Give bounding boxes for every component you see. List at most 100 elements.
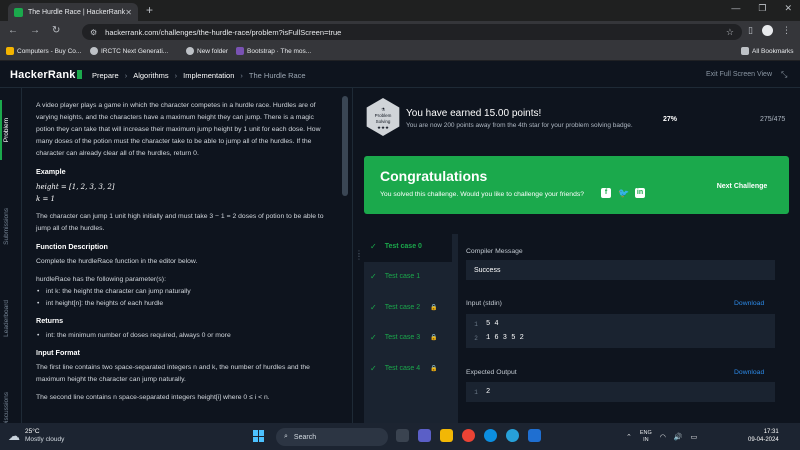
nav-buttons: ← → ↻ [8,25,60,36]
breadcrumb-prepare[interactable]: Prepare [92,71,119,80]
function-text: Complete the hurdleRace function in the … [36,258,198,265]
breadcrumb-current: The Hurdle Race [248,71,306,80]
minimize-icon[interactable]: — [731,3,740,14]
reload-icon[interactable]: ↻ [52,25,60,36]
store-icon[interactable] [528,429,541,442]
example-heading: Example [36,167,66,176]
breadcrumb: Prepare › Algorithms › Implementation › … [92,71,306,80]
back-icon[interactable]: ← [8,25,18,36]
logo-mark-icon [76,70,82,79]
expected-output-box: 12 [466,382,775,402]
hackerrank-favicon-icon [14,7,23,17]
chevron-right-icon: › [240,71,243,80]
chrome-icon[interactable] [462,429,475,442]
restore-icon[interactable]: ❐ [758,3,766,14]
bookmark-item[interactable]: Computers - Buy Co... [6,47,81,55]
bookmark-item[interactable]: Bootstrap · The mos... [236,47,311,55]
example-k: k = 1 [36,195,56,203]
test-case-0[interactable]: ✓ Test case 0 [370,242,422,251]
input-text-2: The second line contains n space-separat… [36,394,270,401]
new-tab-icon[interactable]: + [146,3,153,17]
code-line: 21 6 3 5 2 [474,334,524,342]
breadcrumb-algorithms[interactable]: Algorithms [133,71,168,80]
task-view-icon[interactable] [396,429,409,442]
next-challenge-button[interactable]: Next Challenge [706,176,778,196]
bookmark-star-icon[interactable]: ☆ [726,27,734,38]
bookmark-item[interactable]: New folder [186,47,228,55]
edge-icon[interactable] [484,429,497,442]
wifi-icon[interactable]: ◠ [660,433,666,441]
bookmark-item[interactable]: IRCTC Next Generati... [90,47,168,55]
congrats-title: Congratulations [380,168,488,184]
close-tab-icon[interactable]: ✕ [125,8,132,17]
input-text: The first line contains two space-separa… [36,364,310,383]
close-window-icon[interactable]: ✕ [784,3,792,14]
battery-icon[interactable]: ▭ [691,433,698,441]
system-tray: ⌃ ENG IN ◠ 🔊 ▭ [626,430,697,444]
telegram-icon[interactable] [506,429,519,442]
lock-icon: 🔒 [430,366,438,372]
tab-submissions[interactable]: Submissions [3,208,10,245]
compiler-message-label: Compiler Message [466,248,523,255]
input-heading: Input Format [36,348,80,357]
windows-start-icon[interactable] [253,430,265,442]
returns-list: int: the minimum number of doses require… [36,330,332,342]
browser-tab[interactable]: The Hurdle Race | HackerRank ✕ [8,3,138,21]
chevron-right-icon: › [124,71,128,80]
weather-widget[interactable]: ☁ 25°C Mostly cloudy [8,428,64,444]
tab-problem[interactable]: Problem [3,118,10,142]
example-text: The character can jump 1 unit high initi… [36,213,324,232]
input-download-link[interactable]: Download [734,300,764,307]
forward-icon[interactable]: → [30,25,40,36]
expected-download-link[interactable]: Download [734,369,764,376]
url-text: hackerrank.com/challenges/the-hurdle-rac… [105,27,342,37]
language-indicator[interactable]: ENG IN [640,430,652,444]
site-info-icon[interactable]: ⚙ [90,28,97,37]
window-controls: — ❐ ✕ [731,3,792,14]
bootstrap-icon [236,47,244,55]
collapse-icon[interactable]: ⤡ [781,70,787,80]
lock-icon: 🔒 [430,335,438,341]
taskbar-search[interactable]: ⌕ Search [276,428,388,446]
linkedin-icon[interactable]: in [635,188,645,198]
side-panel-icon[interactable]: ▯ [748,25,753,36]
problem-scrollbar[interactable] [342,96,348,196]
hackerrank-logo[interactable]: HackerRank [10,69,82,81]
list-item: int: the minimum number of doses require… [36,330,332,342]
teams-icon[interactable] [418,429,431,442]
tab-discussions[interactable]: Discussions [3,392,10,427]
tab-leaderboard[interactable]: Leaderboard [3,300,10,337]
compiler-message-box: Success [466,260,775,280]
menu-icon[interactable]: ⋮ [782,25,791,36]
profile-avatar[interactable] [761,25,773,36]
compiler-message: Success [474,266,501,274]
input-label: Input (stdin) [466,300,502,307]
test-case-2[interactable]: ✓ Test case 2 🔒 [370,303,438,312]
taskbar-clock[interactable]: 17:31 09-04-2024 [748,428,779,444]
test-case-4[interactable]: ✓ Test case 4 🔒 [370,364,438,373]
twitter-icon[interactable]: 🐦 [618,188,629,198]
file-explorer-icon[interactable] [440,429,453,442]
toolbar-right: ▯ ⋮ [748,25,791,36]
facebook-icon[interactable]: f [601,188,611,198]
active-tab-indicator [0,100,2,160]
address-bar[interactable]: ⚙ hackerrank.com/challenges/the-hurdle-r… [82,24,742,40]
check-circle-icon: ✓ [370,303,377,312]
problem-intro: A video player plays a game in which the… [36,102,321,157]
pinned-apps [396,429,541,442]
folder-icon [6,47,14,55]
check-circle-icon: ✓ [370,242,377,251]
all-bookmarks[interactable]: All Bookmarks [741,47,794,55]
test-case-3[interactable]: ✓ Test case 3 🔒 [370,333,438,342]
exit-fullscreen-link[interactable]: Exit Full Screen View [706,71,772,78]
code-line: 15 4 [474,320,499,328]
volume-icon[interactable]: 🔊 [674,433,683,441]
chevron-up-icon[interactable]: ⌃ [626,433,632,441]
lock-icon: 🔒 [430,305,438,311]
progress-percent: 27% [663,116,678,123]
params-list: int k: the height the character can jump… [36,286,332,310]
test-case-1[interactable]: ✓ Test case 1 [370,272,420,281]
problem-statement: A video player plays a game in which the… [22,88,340,423]
breadcrumb-implementation[interactable]: Implementation [183,71,234,80]
check-circle-icon: ✓ [370,364,377,373]
